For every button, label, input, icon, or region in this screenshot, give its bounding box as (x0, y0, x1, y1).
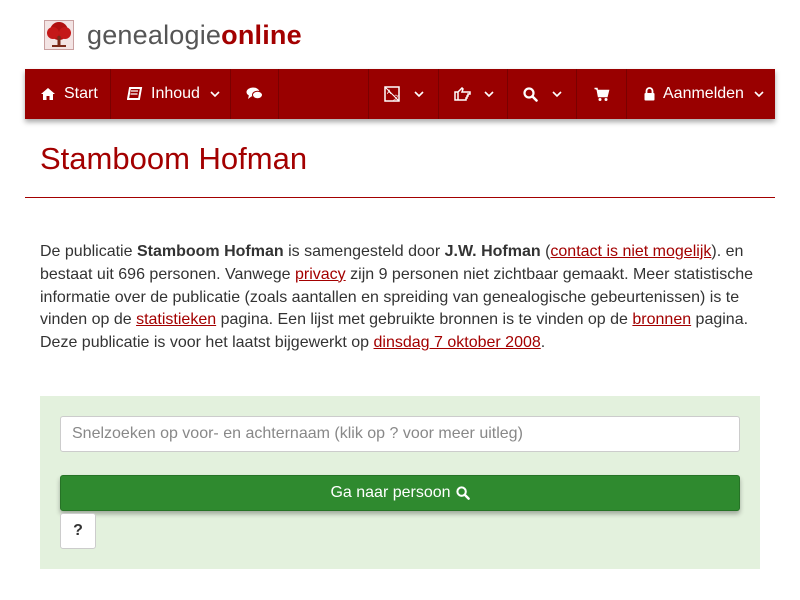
chevron-down-icon (484, 90, 494, 98)
nav-spacer (279, 69, 369, 119)
author-name: J.W. Hofman (444, 243, 541, 260)
nav-login-label: Aanmelden (663, 85, 744, 102)
brand[interactable]: genealogieonline (44, 18, 302, 52)
privacy-link[interactable]: privacy (295, 266, 346, 283)
search-help-button[interactable]: ? (60, 513, 96, 549)
intro-text: . (540, 334, 546, 352)
hand-point-icon (454, 87, 472, 101)
contact-link[interactable]: contact is niet mogelijk (550, 243, 711, 260)
nav-share[interactable] (439, 69, 508, 119)
intro-text: ( (540, 243, 551, 260)
nav-cart[interactable] (577, 69, 627, 119)
chevron-down-icon (754, 90, 764, 98)
brand-part1: genealogie (87, 19, 222, 50)
sources-link[interactable]: bronnen (632, 311, 691, 328)
brand-part2: online (221, 19, 302, 50)
home-icon (40, 87, 56, 101)
nav-chat[interactable] (231, 69, 279, 119)
last-updated-link[interactable]: dinsdag 7 oktober 2008 (374, 334, 541, 351)
quick-search-input[interactable] (60, 416, 740, 452)
publication-intro: De publicatie Stamboom Hofman is samenge… (40, 241, 762, 355)
publication-name: Stamboom Hofman (136, 243, 284, 260)
page-title: Stamboom Hofman (40, 141, 308, 176)
brand-name: genealogieonline (87, 20, 302, 51)
nav-login[interactable]: Aanmelden (627, 69, 775, 119)
nav-start[interactable]: Start (25, 69, 111, 119)
tree-icon (44, 20, 74, 50)
nav-language[interactable]: A文 (369, 69, 439, 119)
search-icon (455, 486, 470, 500)
book-icon (127, 87, 143, 101)
svg-text:A: A (387, 89, 392, 96)
search-icon (523, 86, 538, 102)
intro-text: De publicatie (40, 243, 137, 260)
lock-icon (644, 87, 655, 101)
title-divider (25, 197, 775, 198)
cart-icon (594, 87, 610, 102)
nav-search[interactable] (508, 69, 577, 119)
chevron-down-icon (414, 90, 424, 98)
main-navbar: Start Inhoud A文 Aanmelden (25, 69, 775, 119)
nav-inhoud-label: Inhoud (151, 85, 200, 102)
go-to-person-button[interactable]: Ga naar persoon (60, 475, 740, 511)
chevron-down-icon (210, 90, 220, 98)
nav-start-label: Start (64, 85, 98, 102)
intro-text: is samengesteld door (283, 243, 445, 260)
svg-text:文: 文 (393, 94, 399, 102)
intro-text: pagina. Een lijst met gebruikte bronnen … (216, 311, 633, 329)
nav-inhoud[interactable]: Inhoud (111, 69, 231, 119)
chevron-down-icon (552, 90, 562, 98)
translate-icon: A文 (384, 86, 400, 102)
statistics-link[interactable]: statistieken (136, 311, 216, 328)
comments-icon (246, 87, 263, 101)
go-to-person-label: Ga naar persoon (330, 484, 451, 501)
quick-search-panel: Ga naar persoon ? (40, 396, 760, 569)
